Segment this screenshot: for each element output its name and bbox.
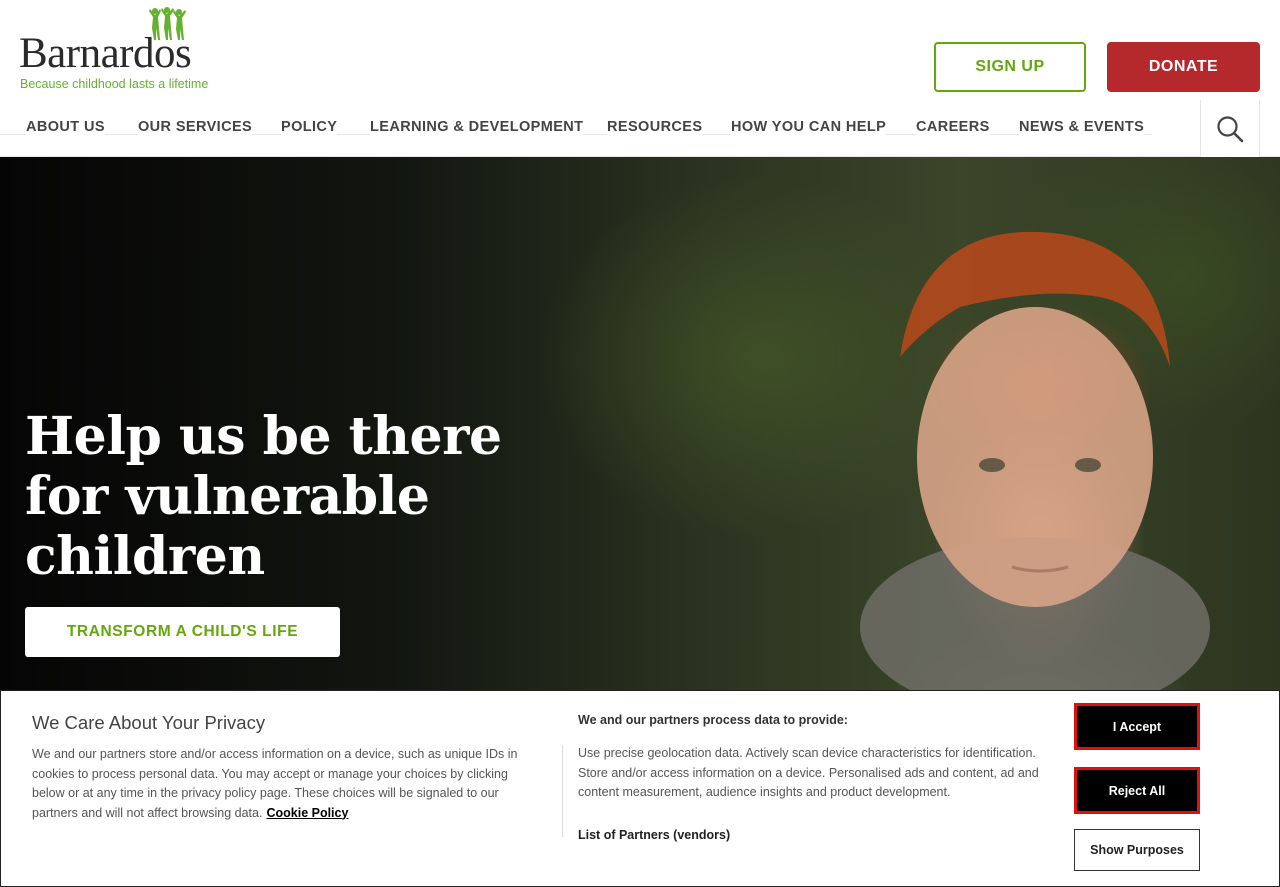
nav-item-about-us[interactable]: ABOUT US (26, 119, 105, 135)
nav-item-news-events[interactable]: NEWS & EVENTS (1019, 119, 1145, 135)
show-purposes-button[interactable]: Show Purposes (1074, 829, 1200, 871)
search-icon (1217, 115, 1244, 142)
nav-item-policy[interactable]: POLICY (281, 119, 338, 135)
site-header: Barnardos Because childhood lasts a life… (0, 0, 1280, 100)
barnardos-logo[interactable]: Barnardos Because childhood lasts a life… (19, 6, 219, 94)
logo-tagline: Because childhood lasts a lifetime (20, 77, 209, 91)
cookie-purposes-text: Use precise geolocation data. Actively s… (578, 746, 1039, 799)
hero-heading-line-1: Help us be there (25, 406, 502, 467)
cookie-policy-link[interactable]: Cookie Policy (266, 806, 348, 820)
nav-item-resources[interactable]: RESOURCES (607, 119, 703, 135)
main-nav: ABOUT US OUR SERVICES POLICY LEARNING & … (0, 100, 1280, 157)
list-of-partners-link[interactable]: List of Partners (vendors) (578, 828, 730, 842)
hero-heading-line-3: children (25, 526, 265, 587)
search-button[interactable] (1200, 100, 1260, 157)
transform-child-life-button[interactable]: TRANSFORM A CHILD'S LIFE (25, 607, 340, 657)
logo-wordmark: Barnardos (19, 30, 192, 77)
hero-banner: Help us be there for vulnerable children… (0, 157, 1280, 690)
nav-item-learning-development[interactable]: LEARNING & DEVELOPMENT (370, 119, 584, 135)
cookie-banner-divider (562, 745, 563, 837)
accept-cookies-button[interactable]: I Accept (1074, 703, 1200, 750)
cookie-purposes-heading: We and our partners process data to prov… (578, 713, 848, 727)
nav-item-our-services[interactable]: OUR SERVICES (138, 119, 253, 135)
hero-heading: Help us be there for vulnerable children (25, 407, 545, 587)
sign-up-button[interactable]: SIGN UP (934, 42, 1086, 92)
donate-button[interactable]: DONATE (1107, 42, 1260, 92)
nav-item-careers[interactable]: CAREERS (916, 119, 990, 135)
nav-item-how-you-can-help[interactable]: HOW YOU CAN HELP (731, 119, 887, 135)
cookie-banner-title: We Care About Your Privacy (32, 712, 266, 733)
hero-heading-line-2: for vulnerable (25, 466, 430, 527)
cookie-banner-text: We and our partners store and/or access … (32, 745, 537, 823)
cookie-consent-banner: We Care About Your Privacy We and our pa… (0, 690, 1280, 887)
reject-all-cookies-button[interactable]: Reject All (1074, 767, 1200, 814)
